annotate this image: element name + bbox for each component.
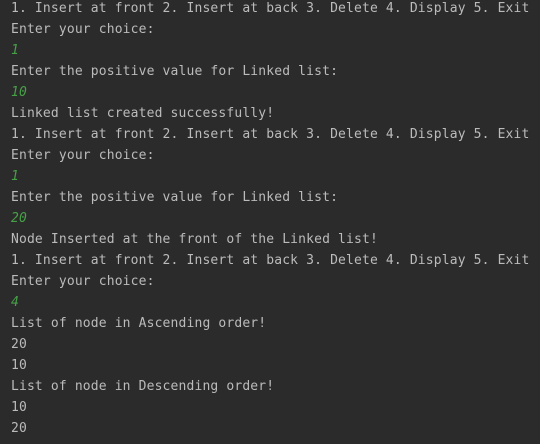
menu-line: 1. Insert at front 2. Insert at back 3. … bbox=[11, 127, 530, 142]
console-output[interactable]: 1. Insert at front 2. Insert at back 3. … bbox=[0, 0, 540, 444]
prompt-line: Enter the positive value for Linked list… bbox=[11, 190, 339, 205]
output-line: List of node in Ascending order! bbox=[11, 316, 267, 331]
output-line: 10 bbox=[11, 400, 27, 415]
prompt-line: Enter your choice: bbox=[11, 274, 155, 289]
prompt-line: Enter the positive value for Linked list… bbox=[11, 64, 339, 79]
output-line: 10 bbox=[11, 358, 27, 373]
output-line: Node Inserted at the front of the Linked… bbox=[11, 232, 378, 247]
output-line: Linked list created successfully! bbox=[11, 106, 275, 121]
output-line: 20 bbox=[11, 421, 27, 436]
prompt-line: Enter your choice: bbox=[11, 22, 155, 37]
user-input-line: 1 bbox=[11, 43, 19, 58]
menu-line: 1. Insert at front 2. Insert at back 3. … bbox=[11, 253, 530, 268]
user-input-line: 10 bbox=[11, 85, 27, 100]
output-line: List of node in Descending order! bbox=[11, 379, 275, 394]
prompt-line: Enter your choice: bbox=[11, 148, 155, 163]
user-input-line: 20 bbox=[11, 211, 27, 226]
menu-line: 1. Insert at front 2. Insert at back 3. … bbox=[11, 1, 530, 16]
user-input-line: 4 bbox=[11, 295, 19, 310]
user-input-line: 1 bbox=[11, 169, 19, 184]
output-line: 20 bbox=[11, 337, 27, 352]
